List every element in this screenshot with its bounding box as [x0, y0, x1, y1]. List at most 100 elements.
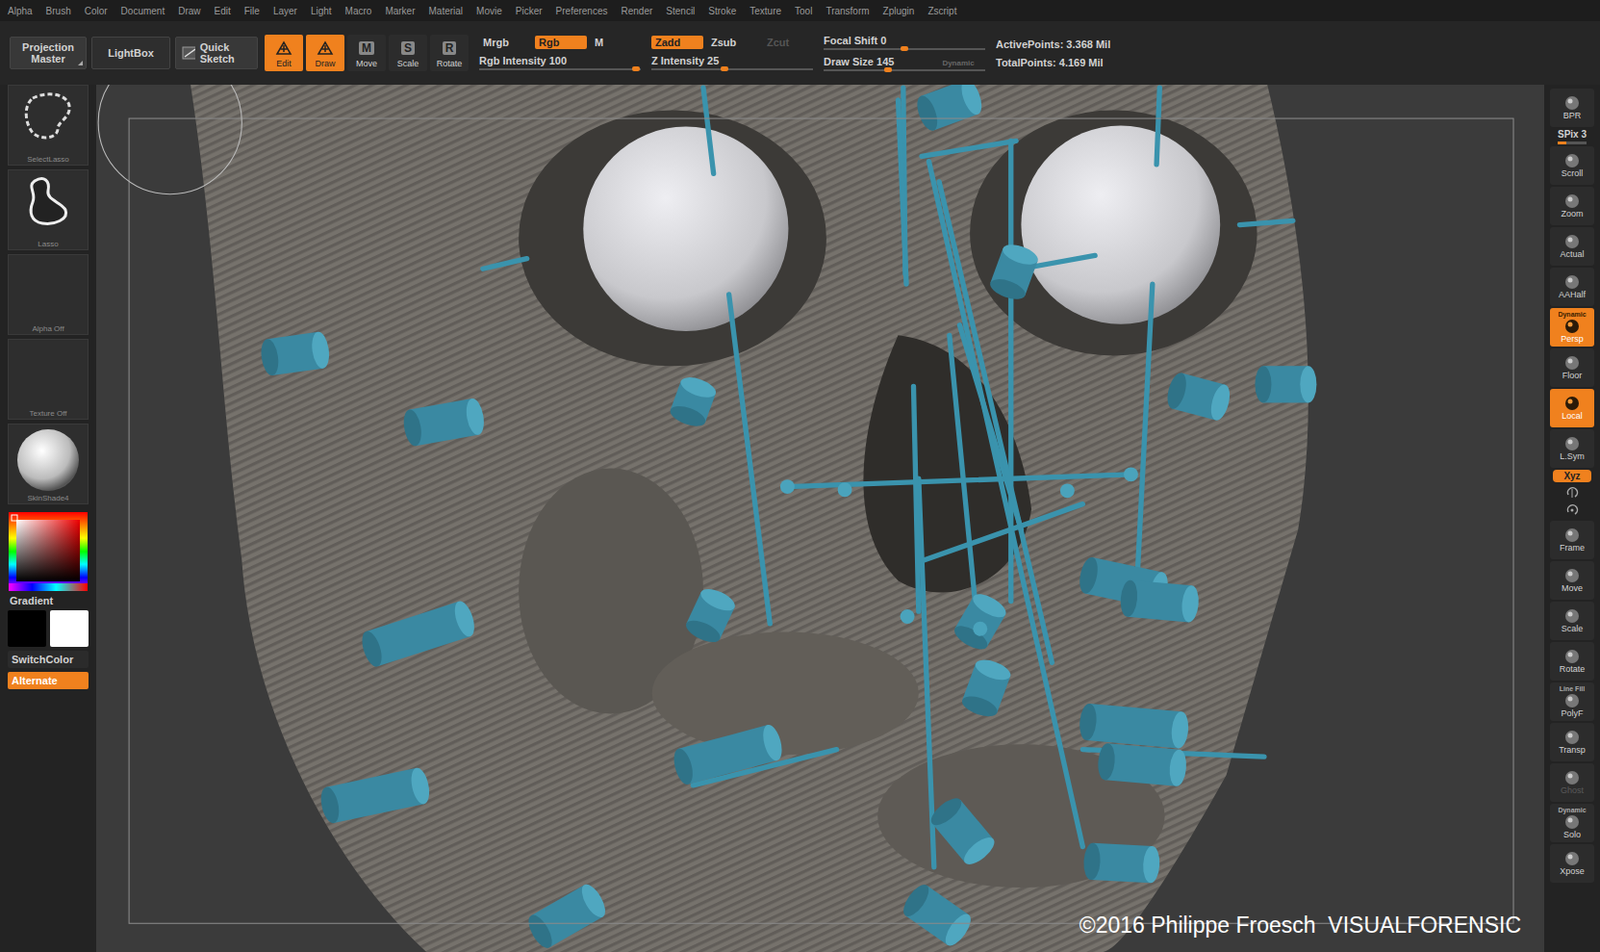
tool-buttons: EditDrawMMoveSScaleRRotate — [264, 34, 469, 72]
menu-item[interactable]: Edit — [214, 5, 231, 17]
tool-button[interactable]: RRotate — [430, 34, 469, 72]
main-color-swatch[interactable] — [50, 609, 89, 647]
color-mode-button[interactable]: Rgb — [534, 35, 587, 50]
secondary-color-swatch[interactable] — [7, 609, 47, 647]
view-button[interactable]: Scale — [1549, 601, 1595, 640]
tool-button[interactable]: Edit — [264, 34, 304, 72]
sculpt-viewport — [96, 84, 1545, 952]
menu-item[interactable]: Brush — [46, 5, 72, 17]
view-button[interactable]: Scroll — [1549, 146, 1595, 185]
tissue-depth-marker — [1164, 370, 1234, 422]
tissue-depth-marker — [318, 765, 432, 825]
draw-size-slider[interactable]: Draw Size 145Dynamic — [823, 55, 986, 72]
tile-label: Texture Off — [29, 408, 68, 419]
menu-item[interactable]: Light — [310, 5, 332, 17]
menu-item[interactable]: Stroke — [708, 5, 737, 17]
view-icon — [1559, 647, 1585, 665]
view-button[interactable]: Floor — [1549, 348, 1595, 387]
rotate-y-icon[interactable] — [1565, 485, 1579, 500]
menu-item[interactable]: Transform — [825, 5, 869, 17]
view-button[interactable]: Frame — [1549, 520, 1595, 559]
shelf-tile[interactable]: SkinShade4 — [7, 423, 89, 505]
tissue-depth-marker — [926, 792, 999, 868]
menu-item[interactable]: Picker — [515, 5, 543, 17]
tool-button[interactable]: SScale — [388, 34, 428, 72]
slider-knob[interactable] — [632, 66, 640, 72]
view-button[interactable]: BPR — [1549, 88, 1595, 127]
menu-item[interactable]: File — [244, 5, 260, 17]
shelf-tile[interactable]: Texture Off — [7, 338, 89, 420]
slider-knob[interactable] — [720, 66, 729, 72]
color-mode-button[interactable]: Mrgb — [479, 35, 532, 50]
slider-knob[interactable] — [884, 67, 892, 73]
shelf-tile[interactable]: SelectLasso — [7, 84, 89, 166]
tissue-depth-marker — [1082, 841, 1161, 883]
menu-item[interactable]: Tool — [794, 5, 813, 17]
tissue-depth-marker — [959, 655, 1014, 720]
slider-fill — [1557, 141, 1567, 145]
shelf-tile[interactable]: Alpha Off — [7, 253, 89, 335]
tool-icon: M — [358, 38, 375, 58]
view-button[interactable]: Local — [1549, 388, 1595, 428]
menu-item[interactable]: Zplugin — [883, 5, 915, 17]
view-button[interactable]: Move — [1549, 560, 1595, 600]
switch-color-button[interactable]: SwitchColor — [7, 650, 89, 668]
tool-button[interactable]: Draw — [305, 34, 345, 72]
menu-item[interactable]: Render — [621, 5, 654, 17]
view-button[interactable]: Actual — [1549, 227, 1595, 266]
slider-track — [651, 68, 813, 71]
brush-icon — [315, 39, 335, 57]
view-button[interactable]: Xpose — [1549, 843, 1595, 883]
spix-slider[interactable]: SPix 3 — [1549, 128, 1595, 145]
quick-sketch-button[interactable]: Quick Sketch — [175, 36, 258, 70]
view-button[interactable]: Zoom — [1549, 186, 1595, 226]
z-mode-button[interactable]: Zcut — [762, 35, 815, 50]
view-icon — [1559, 94, 1585, 112]
menu-item[interactable]: Movie — [476, 5, 503, 17]
rotate-z-icon[interactable] — [1565, 503, 1579, 517]
menu-item[interactable]: Macro — [345, 5, 373, 17]
menu-item[interactable]: Zscript — [927, 5, 957, 17]
xyz-button[interactable]: Xyz — [1552, 469, 1592, 483]
menu-item[interactable]: Color — [84, 5, 108, 17]
document-canvas[interactable]: ©2016 Philippe Froesch VISUALFORENSIC — [96, 84, 1545, 952]
color-picker[interactable] — [6, 511, 90, 591]
menu-item[interactable]: Texture — [749, 5, 782, 17]
view-button[interactable]: Rotate — [1549, 641, 1595, 681]
material-sphere-icon — [15, 427, 81, 493]
color-mode-button[interactable]: M — [590, 35, 643, 50]
view-button[interactable]: Transp — [1549, 722, 1595, 762]
alternate-button[interactable]: Alternate — [7, 671, 89, 689]
tissue-marker-pin — [918, 478, 935, 867]
menu-item[interactable]: Alpha — [7, 5, 33, 17]
dynamic-toggle[interactable]: Dynamic — [941, 58, 974, 68]
workspace: SelectLassoLassoAlpha Off Texture Off Skin… — [0, 84, 1600, 952]
menu-item[interactable]: Material — [429, 5, 464, 17]
menu-item[interactable]: Marker — [384, 5, 415, 17]
tissue-depth-marker — [670, 722, 786, 787]
view-button[interactable]: DynamicSolo — [1549, 803, 1595, 842]
z-mode-button[interactable]: Zsub — [707, 35, 760, 50]
view-button[interactable]: AAHalf — [1549, 267, 1595, 306]
menu-item[interactable]: Stencil — [665, 5, 695, 17]
shelf-tile[interactable]: Lasso — [7, 169, 89, 251]
view-button[interactable]: DynamicPersp — [1549, 307, 1595, 347]
z-mode-button[interactable]: Zadd — [651, 35, 704, 50]
view-button[interactable]: L.Sym — [1549, 429, 1595, 468]
menu-item[interactable]: Preferences — [556, 5, 609, 17]
projection-master-button[interactable]: Projection Master — [9, 36, 87, 70]
menu-item[interactable]: Draw — [177, 5, 201, 17]
lightbox-button[interactable]: LightBox — [91, 36, 171, 70]
menu-item[interactable]: Layer — [273, 5, 298, 17]
menu-item[interactable]: Document — [121, 5, 166, 17]
view-button[interactable]: Ghost — [1549, 762, 1595, 802]
z-intensity-slider[interactable]: Z Intensity 25 — [651, 54, 813, 71]
view-button[interactable]: Line FillPolyF — [1549, 682, 1595, 721]
z-mode-row: ZaddZsubZcut — [651, 35, 813, 50]
z-group: ZaddZsubZcut Z Intensity 25 — [651, 35, 813, 71]
rgb-intensity-slider[interactable]: Rgb Intensity 100 — [479, 54, 641, 71]
slider-knob[interactable] — [900, 46, 909, 51]
focal-shift-slider[interactable]: Focal Shift 0 — [823, 34, 986, 51]
tissue-depth-marker — [1096, 742, 1189, 788]
tool-button[interactable]: MMove — [347, 34, 386, 72]
